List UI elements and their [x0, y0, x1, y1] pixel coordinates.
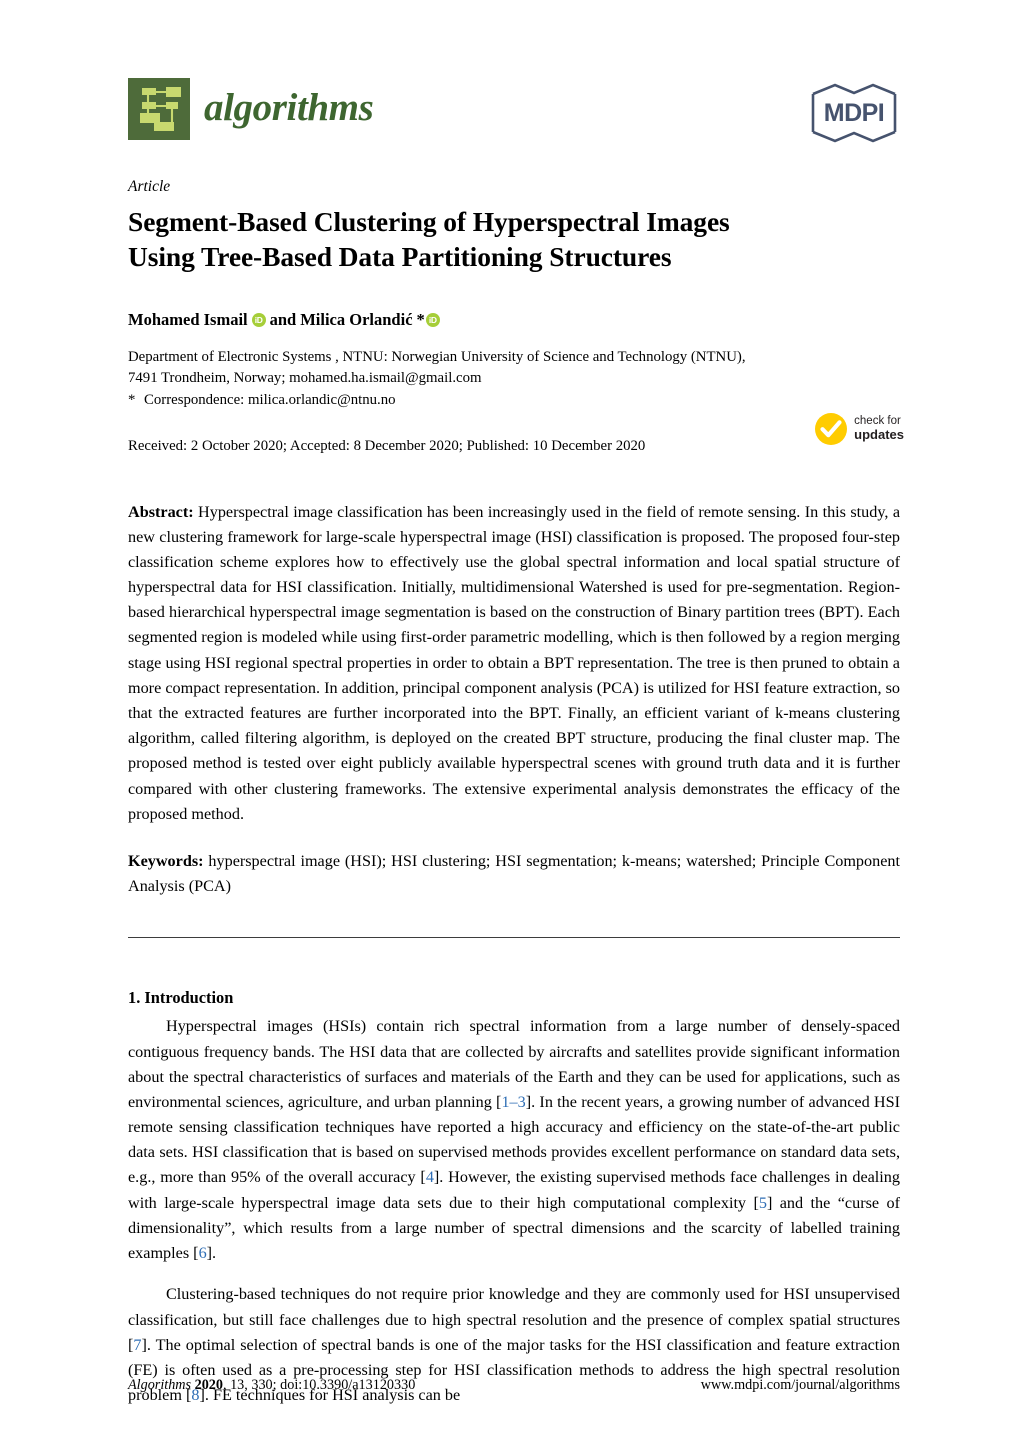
correspondence-star: * — [128, 391, 136, 408]
author-name-2[interactable]: Milica Orlandić — [300, 309, 412, 330]
check-mark-icon — [814, 412, 848, 446]
citation-link-4[interactable]: 4 — [426, 1168, 434, 1186]
par1-text-e: ]. — [206, 1244, 217, 1263]
title-line-1: Segment-Based Clustering of Hyperspectra… — [128, 205, 730, 237]
masthead: algorithms MDPI — [128, 78, 900, 170]
page-content: algorithms MDPI Article Segment-Based Cl… — [128, 0, 904, 1425]
publication-dates: Received: 2 October 2020; Accepted: 8 De… — [128, 437, 646, 454]
tree-diagram-icon — [128, 78, 190, 140]
citation-link-3[interactable]: 3 — [518, 1093, 526, 1111]
introduction-paragraph-1: Hyperspectral images (HSIs) contain rich… — [128, 1014, 900, 1266]
section-heading-introduction: 1. Introduction — [128, 988, 234, 1008]
author-name-1[interactable]: Mohamed Ismail — [128, 309, 248, 330]
paper-page: algorithms MDPI Article Segment-Based Cl… — [0, 0, 1020, 1442]
footer-journal-url[interactable]: www.mdpi.com/journal/algorithms — [701, 1377, 900, 1394]
check-for-updates-text: check for updates — [854, 415, 904, 442]
footer-year: 2020 — [194, 1377, 223, 1393]
citation-dash: – — [509, 1092, 518, 1111]
article-type-label: Article — [128, 178, 171, 195]
keywords-block: Keywords: hyperspectral image (HSI); HSI… — [128, 849, 900, 899]
author-conjunction: and — [269, 310, 297, 330]
page-title: Segment-Based Clustering of Hyperspectra… — [128, 204, 900, 276]
check-updates-line-1: check for — [854, 414, 901, 427]
journal-brand[interactable]: algorithms — [128, 78, 374, 140]
section-divider — [128, 937, 900, 939]
abstract-label: Abstract: — [128, 502, 194, 521]
check-updates-line-2: updates — [854, 426, 904, 442]
affiliation-line-1: Department of Electronic Systems , NTNU:… — [128, 348, 746, 365]
keywords-text: hyperspectral image (HSI); HSI clusterin… — [128, 851, 900, 896]
footer-volume-doi: , 13, 330; doi:10.3390/a13120330 — [222, 1377, 416, 1393]
journal-title: algorithms — [204, 85, 374, 129]
orcid-icon[interactable]: iD — [425, 312, 440, 327]
author-list: Mohamed Ismail iD and Milica Orlandić * … — [128, 309, 900, 330]
affiliations: Department of Electronic Systems , NTNU:… — [128, 347, 900, 411]
abstract-block: Abstract: Hyperspectral image classifica… — [128, 500, 900, 827]
keywords-label: Keywords: — [128, 851, 204, 870]
footer-journal-name: Algorithms — [128, 1377, 192, 1393]
orcid-icon[interactable]: iD — [251, 312, 266, 327]
abstract-text: Hyperspectral image classification has b… — [128, 502, 901, 823]
page-footer: Algorithms 2020, 13, 330; doi:10.3390/a1… — [128, 1377, 900, 1394]
corresponding-author-marker: * — [416, 310, 425, 330]
correspondence-line: * Correspondence: milica.orlandic@ntnu.n… — [128, 390, 900, 411]
citation-link-5[interactable]: 5 — [759, 1194, 767, 1212]
citation-link-1[interactable]: 1 — [501, 1093, 509, 1111]
publication-dates-row: Received: 2 October 2020; Accepted: 8 De… — [128, 412, 904, 478]
citation-link-6[interactable]: 6 — [199, 1244, 207, 1262]
footer-citation: Algorithms 2020, 13, 330; doi:10.3390/a1… — [128, 1377, 415, 1394]
mdpi-hexagon-logo[interactable]: MDPI — [808, 82, 900, 144]
correspondence-text: Correspondence: milica.orlandic@ntnu.no — [144, 391, 396, 408]
affiliation-line-2: 7491 Trondheim, Norway; mohamed.ha.ismai… — [128, 369, 482, 386]
check-for-updates-badge[interactable]: check for updates — [814, 412, 904, 446]
title-line-2: Using Tree-Based Data Partitioning Struc… — [128, 241, 672, 273]
svg-text:MDPI: MDPI — [824, 99, 885, 127]
